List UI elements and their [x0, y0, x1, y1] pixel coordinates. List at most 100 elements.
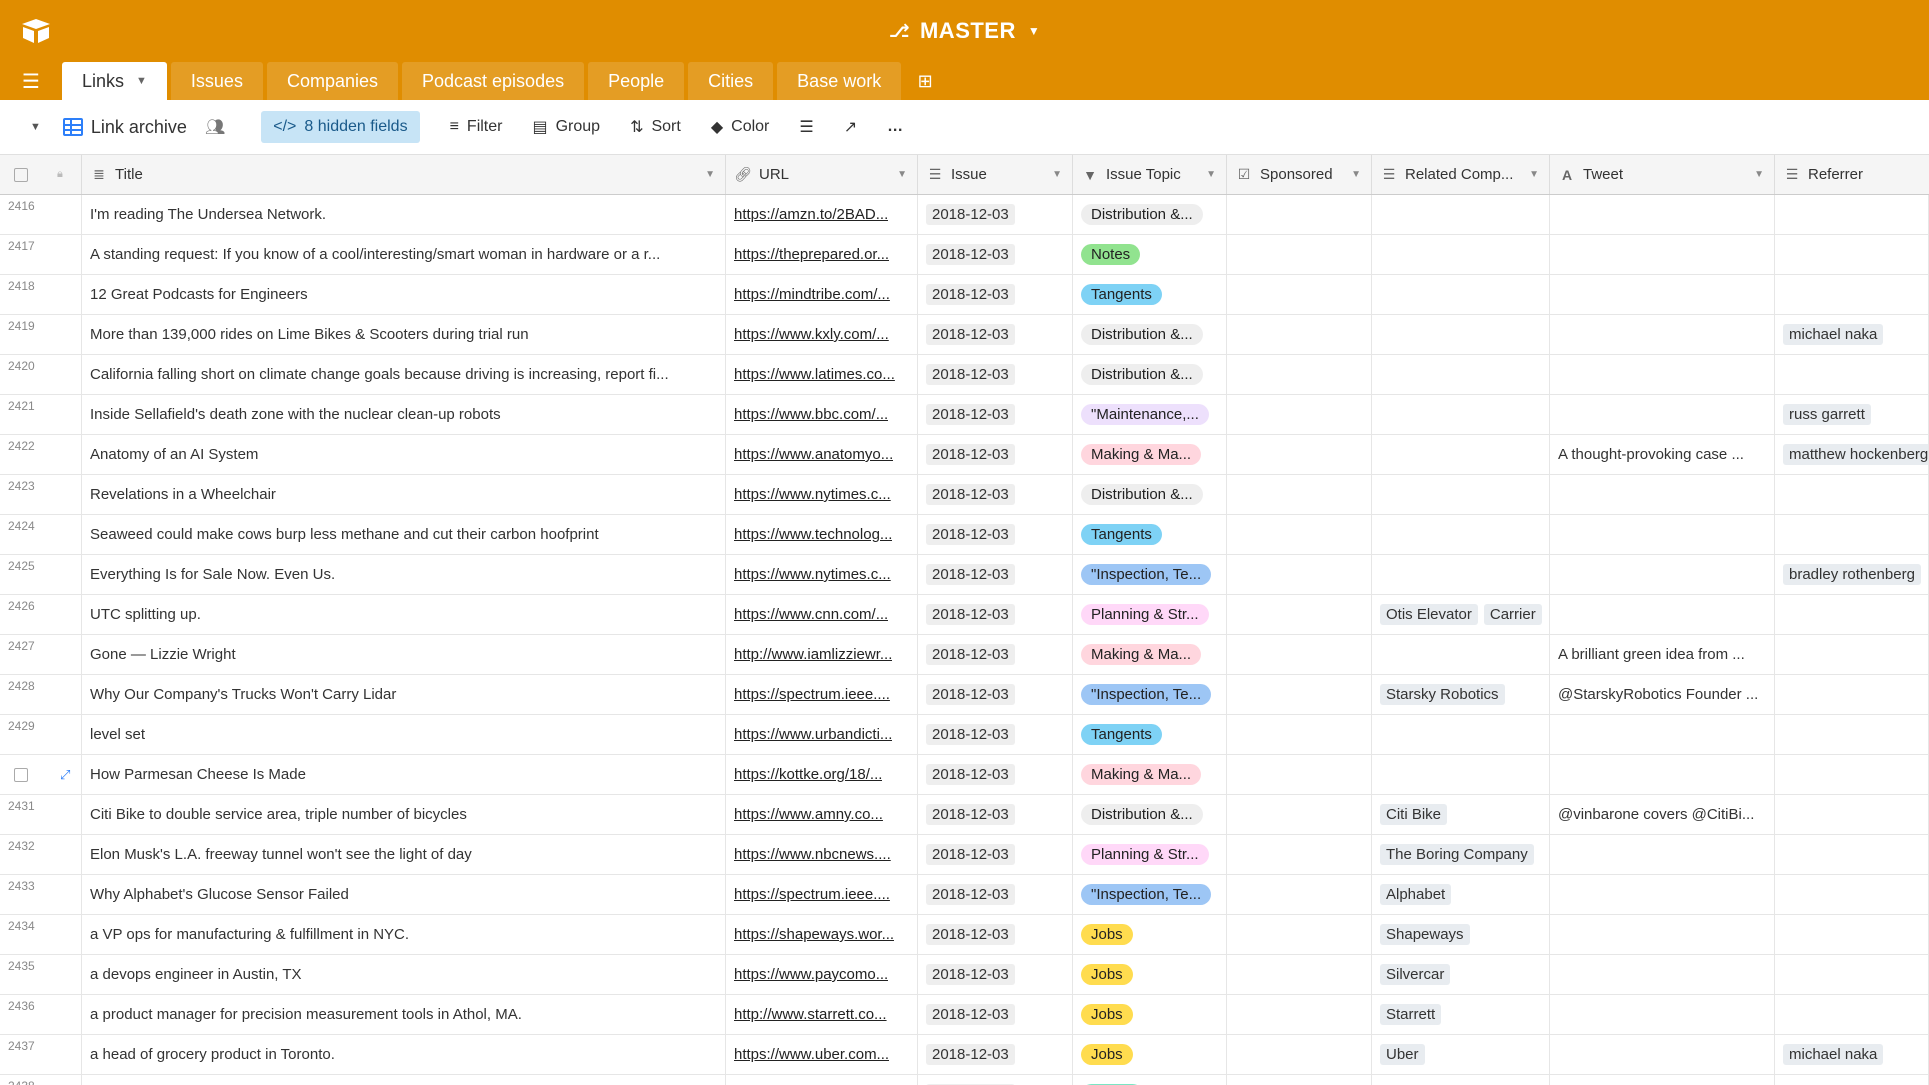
column-header-issue-topic[interactable]: ▼ Issue Topic ▼ [1073, 155, 1227, 194]
url-link[interactable]: https://kottke.org/18/... [734, 766, 882, 783]
tweet-cell[interactable]: @vinbarone covers @CitiBi... [1550, 795, 1775, 834]
related-company-chip[interactable]: Alphabet [1380, 884, 1452, 905]
related-companies-cell[interactable]: Citi Bike [1372, 795, 1550, 834]
menu-icon[interactable]: ☰ [0, 62, 62, 100]
title-cell[interactable]: Revelations in a Wheelchair [82, 475, 726, 514]
issue-topic-cell[interactable]: Tangents [1073, 275, 1227, 314]
related-company-chip[interactable]: Citi Bike [1380, 804, 1448, 825]
column-header-tweet[interactable]: A Tweet ▼ [1550, 155, 1775, 194]
url-cell[interactable]: https://www.anatomyo... [726, 435, 918, 474]
tweet-cell[interactable] [1550, 515, 1775, 554]
issue-chip[interactable]: 2018-12-03 [926, 1004, 1015, 1025]
sponsored-cell[interactable] [1227, 435, 1372, 474]
issue-topic-cell[interactable]: Jobs [1073, 995, 1227, 1034]
url-link[interactable]: https://www.kxly.com/... [734, 326, 889, 343]
title-cell[interactable]: a VP ops for manufacturing & fulfillment… [82, 915, 726, 954]
tweet-cell[interactable] [1550, 315, 1775, 354]
expand-record-icon[interactable]: ⤢ [60, 767, 70, 783]
url-link[interactable]: https://www.amny.co... [734, 806, 883, 823]
referrer-cell[interactable]: michael naka [1775, 315, 1929, 354]
issue-topic-cell[interactable]: Distribution &... [1073, 355, 1227, 394]
chevron-down-icon[interactable]: ▼ [1754, 169, 1764, 180]
issue-topic-cell[interactable]: Jobs [1073, 955, 1227, 994]
referrer-chip[interactable]: russ garrett [1783, 404, 1871, 425]
issue-topic-cell[interactable]: "Inspection, Te... [1073, 675, 1227, 714]
issue-topic-cell[interactable]: Making & Ma... [1073, 755, 1227, 794]
issue-chip[interactable]: 2018-12-03 [926, 684, 1015, 705]
issue-topic-cell[interactable]: Making & Ma... [1073, 435, 1227, 474]
issue-chip[interactable]: 2018-12-03 [926, 764, 1015, 785]
sponsored-cell[interactable] [1227, 675, 1372, 714]
url-cell[interactable]: https://www.urbandicti... [726, 715, 918, 754]
tweet-cell[interactable] [1550, 475, 1775, 514]
title-cell[interactable]: Seaweed could make cows burp less methan… [82, 515, 726, 554]
issue-chip[interactable]: 2018-12-03 [926, 524, 1015, 545]
related-companies-cell[interactable] [1372, 315, 1550, 354]
column-header-sponsored[interactable]: ☑ Sponsored ▼ [1227, 155, 1372, 194]
issue-cell[interactable]: 2018-12-03 [918, 1035, 1073, 1074]
url-cell[interactable]: https://www.amny.co... [726, 795, 918, 834]
issue-topic-cell[interactable]: "Maintenance,... [1073, 395, 1227, 434]
issue-cell[interactable]: 2018-12-03 [918, 555, 1073, 594]
sponsored-cell[interactable] [1227, 195, 1372, 234]
related-company-chip[interactable]: The Boring Company [1380, 844, 1534, 865]
related-companies-cell[interactable]: Silvercar [1372, 955, 1550, 994]
issue-chip[interactable]: 2018-12-03 [926, 1044, 1015, 1065]
issue-cell[interactable]: 2018-12-03 [918, 795, 1073, 834]
url-cell[interactable]: https://spectrum.ieee.... [726, 675, 918, 714]
issue-cell[interactable]: 2018-12-03 [918, 715, 1073, 754]
tab-issues[interactable]: Issues [170, 62, 263, 100]
chevron-down-icon[interactable]: ▼ [1052, 169, 1062, 180]
table-row[interactable]: 2427 Gone — Lizzie Wright http://www.iamli… [0, 635, 1929, 675]
views-toggle[interactable]: ▼ [30, 121, 41, 133]
url-link[interactable]: https://spectrum.ieee.... [734, 686, 890, 703]
column-header-related-companies[interactable]: ☰ Related Comp... ▼ [1372, 155, 1550, 194]
table-row[interactable]: 2432 Elon Musk's L.A. freeway tunnel won'… [0, 835, 1929, 875]
column-header-title[interactable]: ≣ Title ▼ [82, 155, 726, 194]
referrer-cell[interactable] [1775, 875, 1929, 914]
tab-links[interactable]: Links ▼ [62, 62, 167, 100]
sponsored-cell[interactable] [1227, 795, 1372, 834]
chevron-down-icon[interactable]: ▼ [1529, 169, 1539, 180]
url-cell[interactable]: http://www.iamlizziewr... [726, 635, 918, 674]
collaborative-view-icon[interactable]: 👥︎ [205, 117, 225, 137]
issue-chip[interactable]: 2018-12-03 [926, 204, 1015, 225]
sponsored-cell[interactable] [1227, 715, 1372, 754]
view-selector[interactable]: Link archive [62, 117, 187, 138]
group-button[interactable]: ▤ Group [532, 117, 600, 137]
url-link[interactable]: http://www.iamlizziewr... [734, 646, 892, 663]
tab-cities[interactable]: Cities [688, 62, 774, 100]
issue-chip[interactable]: 2018-12-03 [926, 564, 1015, 585]
url-link[interactable]: https://www.anatomyo... [734, 446, 893, 463]
table-row[interactable]: 2437 a head of grocery product in Toronto… [0, 1035, 1929, 1075]
sponsored-cell[interactable] [1227, 275, 1372, 314]
issue-topic-cell[interactable]: Distribution &... [1073, 795, 1227, 834]
sponsored-cell[interactable] [1227, 315, 1372, 354]
issue-cell[interactable]: 2018-12-03 [918, 875, 1073, 914]
issue-chip[interactable]: 2018-12-03 [926, 804, 1015, 825]
url-link[interactable]: https://www.nbcnews.... [734, 846, 891, 863]
issue-topic-cell[interactable]: Distribution &... [1073, 315, 1227, 354]
url-link[interactable]: https://www.urbandicti... [734, 726, 892, 743]
title-cell[interactable]: More than 139,000 rides on Lime Bikes & … [82, 315, 726, 354]
sponsored-cell[interactable] [1227, 1075, 1372, 1085]
referrer-cell[interactable] [1775, 1075, 1929, 1085]
issue-cell[interactable]: 2018-12-03 [918, 195, 1073, 234]
tweet-cell[interactable] [1550, 995, 1775, 1034]
sponsored-cell[interactable] [1227, 955, 1372, 994]
hide-fields-button[interactable]: </> 8 hidden fields [261, 111, 420, 143]
column-header-url[interactable]: 🔗︎ URL ▼ [726, 155, 918, 194]
issue-cell[interactable]: 2018-12-03 [918, 315, 1073, 354]
column-header-referrer[interactable]: ☰ Referrer [1775, 155, 1929, 194]
url-cell[interactable]: https://www.nytimes.c... [726, 555, 918, 594]
table-row[interactable]: 2423 Revelations in a Wheelchair https://w… [0, 475, 1929, 515]
referrer-cell[interactable] [1775, 955, 1929, 994]
tweet-cell[interactable] [1550, 595, 1775, 634]
referrer-chip[interactable]: matthew hockenberg [1783, 444, 1928, 465]
select-all-checkbox[interactable] [14, 167, 28, 182]
related-companies-cell[interactable] [1372, 435, 1550, 474]
chevron-down-icon[interactable]: ▼ [1206, 169, 1216, 180]
issue-chip[interactable]: 2018-12-03 [926, 484, 1015, 505]
tweet-cell[interactable]: A brilliant green idea from ... [1550, 635, 1775, 674]
chevron-down-icon[interactable]: ▼ [1351, 169, 1361, 180]
